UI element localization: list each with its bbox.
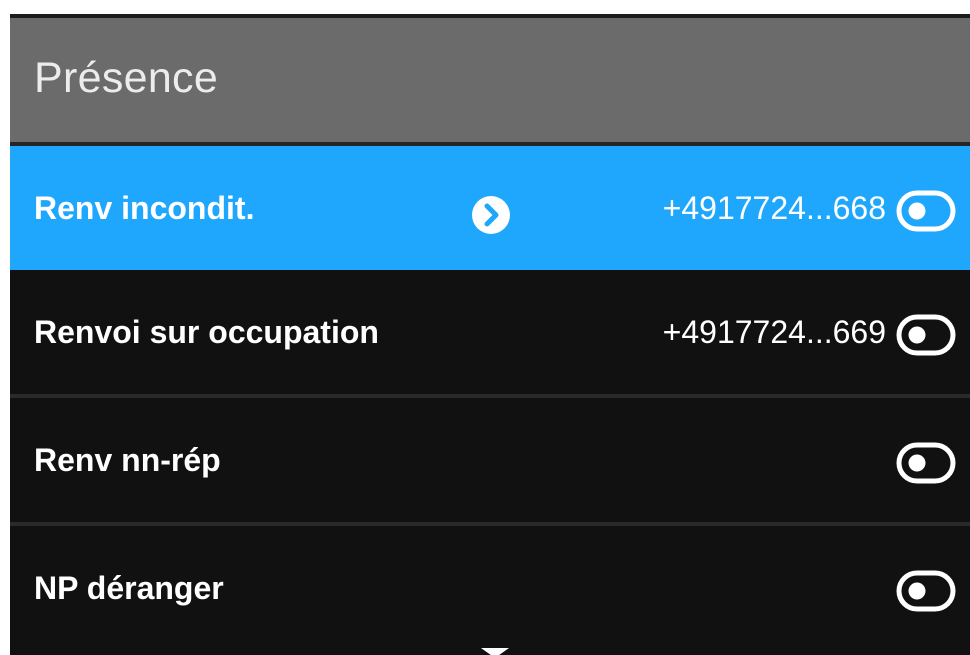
list-item-label: NP déranger [34, 570, 224, 606]
list-item-label: Renv nn-rép [34, 442, 221, 478]
list-item-label: Renvoi sur occupation [34, 314, 379, 350]
page-title: Présence [34, 54, 219, 102]
forward-number: +4917724...669 [662, 314, 886, 350]
presence-screen: Présence Renv incondit. +4917724...668 R… [10, 14, 970, 655]
toggle-off-icon[interactable] [896, 442, 956, 484]
toggle-off-icon[interactable] [896, 570, 956, 612]
list-item-renv-incondit[interactable]: Renv incondit. +4917724...668 [10, 146, 970, 270]
list-item-renvoi-sur-occupation[interactable]: Renvoi sur occupation +4917724...669 [10, 270, 970, 394]
scroll-down-indicator-icon [481, 648, 509, 655]
header-bar: Présence [10, 18, 970, 146]
toggle-off-icon[interactable] [896, 314, 956, 356]
list-item-label: Renv incondit. [34, 190, 255, 226]
chevron-right-circle-icon[interactable] [471, 195, 511, 235]
forward-number: +4917724...668 [662, 190, 886, 226]
list-item-np-deranger[interactable]: NP déranger [10, 526, 970, 650]
toggle-off-icon[interactable] [896, 190, 956, 232]
list-item-renv-nn-rep[interactable]: Renv nn-rép [10, 398, 970, 522]
